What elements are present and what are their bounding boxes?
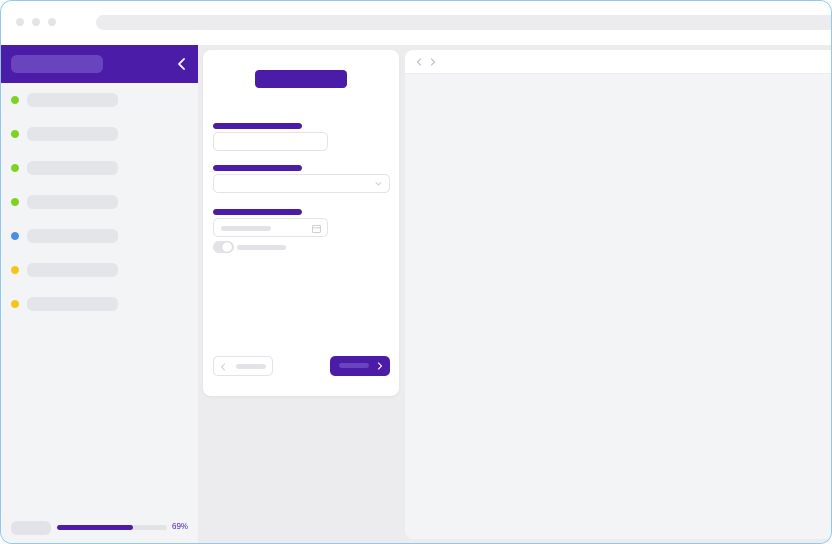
date-input[interactable] <box>213 218 328 237</box>
collapse-sidebar-button[interactable] <box>173 54 191 74</box>
date-placeholder <box>221 226 271 231</box>
field-label-placeholder <box>213 123 302 129</box>
sidebar-item-label-placeholder <box>27 297 118 311</box>
form-column <box>198 45 404 543</box>
toggle-switch[interactable] <box>213 241 234 253</box>
toggle-knob <box>222 242 232 252</box>
chevron-left-icon[interactable] <box>416 58 423 66</box>
toggle-label-placeholder <box>237 245 286 250</box>
sidebar-item-label-placeholder <box>27 195 118 209</box>
sidebar-item-label-placeholder <box>27 161 118 175</box>
chevron-right-icon[interactable] <box>429 58 436 66</box>
sidebar-item-label-placeholder <box>27 93 118 107</box>
window-close-dot[interactable] <box>16 18 24 26</box>
chevron-left-icon <box>220 363 226 371</box>
sidebar-item[interactable] <box>1 189 198 215</box>
sidebar-item[interactable] <box>1 257 198 283</box>
address-bar[interactable] <box>96 15 831 30</box>
status-dot-yellow <box>11 266 19 274</box>
select-dropdown[interactable] <box>213 174 390 193</box>
chevron-right-icon <box>377 362 383 370</box>
sidebar-item[interactable] <box>1 87 198 113</box>
browser-viewport[interactable] <box>405 74 831 539</box>
text-input[interactable] <box>213 132 328 151</box>
status-dot-green <box>11 164 19 172</box>
progress-bar <box>57 525 167 530</box>
title-bar <box>1 1 831 45</box>
window-minimize-dot[interactable] <box>32 18 40 26</box>
calendar-icon <box>312 225 321 233</box>
next-button-label-placeholder <box>339 363 369 368</box>
progress-caption-placeholder <box>11 521 51 535</box>
form-title-placeholder <box>255 70 347 88</box>
back-button[interactable] <box>213 356 273 376</box>
embedded-browser <box>405 50 831 539</box>
status-dot-green <box>11 198 19 206</box>
progress-percent: 69% <box>172 522 189 531</box>
sidebar-header <box>1 45 198 83</box>
preview-pane <box>404 45 831 543</box>
chevron-down-icon <box>375 182 382 186</box>
chevron-left-icon <box>178 58 185 70</box>
app-window: 69% <box>0 0 832 544</box>
sidebar-item-label-placeholder <box>27 127 118 141</box>
status-dot-green <box>11 130 19 138</box>
next-button[interactable] <box>330 356 390 376</box>
field-label-placeholder <box>213 165 302 171</box>
sidebar-item[interactable] <box>1 291 198 317</box>
sidebar-item-label-placeholder <box>27 229 118 243</box>
back-button-label-placeholder <box>236 364 266 369</box>
window-maximize-dot[interactable] <box>48 18 56 26</box>
status-dot-yellow <box>11 300 19 308</box>
status-dot-blue <box>11 232 19 240</box>
browser-toolbar <box>405 50 831 74</box>
sidebar-item[interactable] <box>1 155 198 181</box>
sidebar: 69% <box>1 45 198 543</box>
sidebar-item[interactable] <box>1 121 198 147</box>
form-card <box>203 50 399 396</box>
progress-bar-fill <box>57 525 133 530</box>
status-dot-green <box>11 96 19 104</box>
sidebar-item[interactable] <box>1 223 198 249</box>
sidebar-title-placeholder <box>11 55 103 73</box>
sidebar-item-label-placeholder <box>27 263 118 277</box>
field-label-placeholder <box>213 209 302 215</box>
